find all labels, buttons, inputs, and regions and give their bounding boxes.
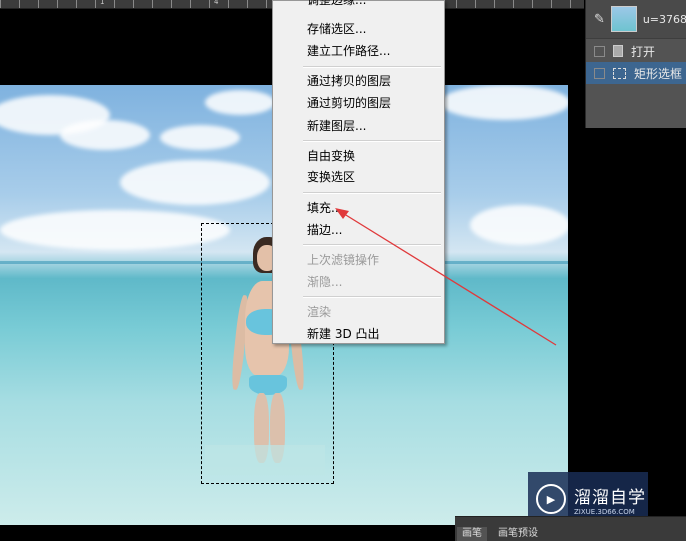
menu-separator: [303, 66, 441, 68]
cloud: [205, 90, 275, 115]
ruler-number: 4: [214, 0, 219, 6]
menu-separator: [303, 244, 441, 246]
cloud: [470, 205, 568, 245]
watermark-name: 溜溜自学: [574, 487, 646, 508]
watermark-url: ZIXUE.3D66.COM: [574, 507, 635, 516]
history-step-open[interactable]: 打开: [586, 38, 686, 63]
tab-brush[interactable]: 画笔: [457, 527, 487, 541]
history-checkbox[interactable]: [594, 67, 605, 79]
menu-item-save-selection[interactable]: 存储选区...: [307, 20, 366, 37]
cloud: [160, 125, 240, 150]
cloud: [440, 85, 568, 120]
cloud: [120, 160, 270, 205]
brush-icon[interactable]: ✎: [594, 12, 605, 27]
menu-item-layer-via-cut[interactable]: 通过剪切的图层: [307, 94, 391, 111]
menu-item-render: 渲染: [307, 305, 332, 319]
snapshot-thumbnail: [610, 6, 637, 32]
snapshot-label: u=3768: [642, 12, 686, 26]
tab-brush-presets[interactable]: 画笔预设: [493, 527, 543, 541]
rectangle-marquee-icon: [613, 67, 626, 79]
menu-item-layer-via-copy[interactable]: 通过拷贝的图层: [307, 72, 391, 89]
menu-separator: [303, 192, 441, 194]
context-menu: 调整边缘... 存储选区... 建立工作路径... 通过拷贝的图层 通过剪切的图…: [272, 0, 445, 344]
history-step-rect-marquee[interactable]: 矩形选框: [586, 62, 686, 84]
menu-separator: [303, 140, 441, 142]
cloud: [0, 210, 230, 250]
cloud: [60, 120, 150, 150]
menu-item-make-work-path[interactable]: 建立工作路径...: [307, 42, 390, 59]
bottom-panel: 画笔 画笔预设: [455, 516, 686, 541]
history-checkbox[interactable]: [594, 45, 605, 57]
menu-item-stroke[interactable]: 描边...: [307, 221, 342, 238]
menu-item-fade: 渐隐...: [307, 275, 343, 289]
menu-item-new-layer[interactable]: 新建图层...: [307, 117, 366, 134]
menu-item-transform-selection[interactable]: 变换选区: [307, 168, 355, 185]
history-step-label: 打开: [631, 44, 656, 59]
history-snapshot[interactable]: ✎ u=3768: [586, 0, 686, 38]
menu-item-refine-edge[interactable]: 调整边缘...: [307, 0, 366, 8]
play-logo-icon: ▶: [536, 484, 566, 514]
document-icon: [613, 45, 623, 57]
menu-item-new-3d-extrusion[interactable]: 新建 3D 凸出: [307, 325, 380, 342]
menu-item-fill[interactable]: 填充...: [307, 199, 342, 216]
menu-item-last-filter: 上次滤镜操作: [307, 253, 380, 267]
menu-separator: [303, 296, 441, 298]
history-panel: ✎ u=3768 打开 矩形选框: [585, 0, 686, 128]
ruler-number: 1: [100, 0, 105, 6]
menu-item-free-transform[interactable]: 自由变换: [307, 147, 355, 164]
history-step-label: 矩形选框: [634, 66, 683, 81]
